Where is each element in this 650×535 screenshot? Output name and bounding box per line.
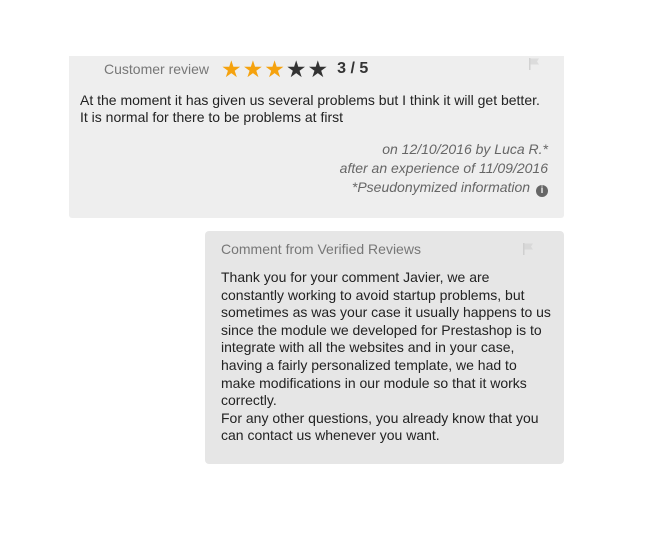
reply-text: Thank you for your comment Javier, we ar… <box>221 269 551 445</box>
review-header-label: Customer review <box>104 61 210 77</box>
star-icon: ★ <box>264 55 285 82</box>
flag-icon[interactable] <box>521 242 535 256</box>
customer-review-card: Customer review ★ ★ ★ ★ ★ 3 / 5 At the m… <box>69 56 564 218</box>
star-icon: ★ <box>242 55 264 82</box>
pseudonym-note: *Pseudonymized information <box>351 179 531 195</box>
review-header: Customer review ★ ★ ★ ★ ★ 3 / 5 <box>104 56 368 82</box>
reply-paragraph: Thank you for your comment Javier, we ar… <box>221 269 551 409</box>
review-experience-date: after an experience of 11/09/2016 <box>339 160 548 176</box>
flag-icon[interactable] <box>527 57 541 71</box>
pseudonym-note-line: *Pseudonymized information i <box>340 178 548 197</box>
star-icon: ★ <box>307 55 329 82</box>
rating-score: 3 / 5 <box>337 60 369 77</box>
review-date: on 12/10/2016 by Luca R.* <box>382 141 548 157</box>
review-meta: on 12/10/2016 by Luca R.* after an exper… <box>340 140 548 197</box>
star-icon: ★ <box>221 55 242 82</box>
star-rating: ★ ★ ★ ★ ★ <box>221 55 329 82</box>
star-icon: ★ <box>285 55 307 82</box>
review-text: At the moment it has given us several pr… <box>80 92 540 125</box>
reply-paragraph: For any other questions, you already kno… <box>221 409 539 444</box>
merchant-reply-card: Comment from Verified Reviews Thank you … <box>205 231 564 464</box>
info-icon[interactable]: i <box>536 185 548 197</box>
reply-header: Comment from Verified Reviews <box>221 241 421 257</box>
